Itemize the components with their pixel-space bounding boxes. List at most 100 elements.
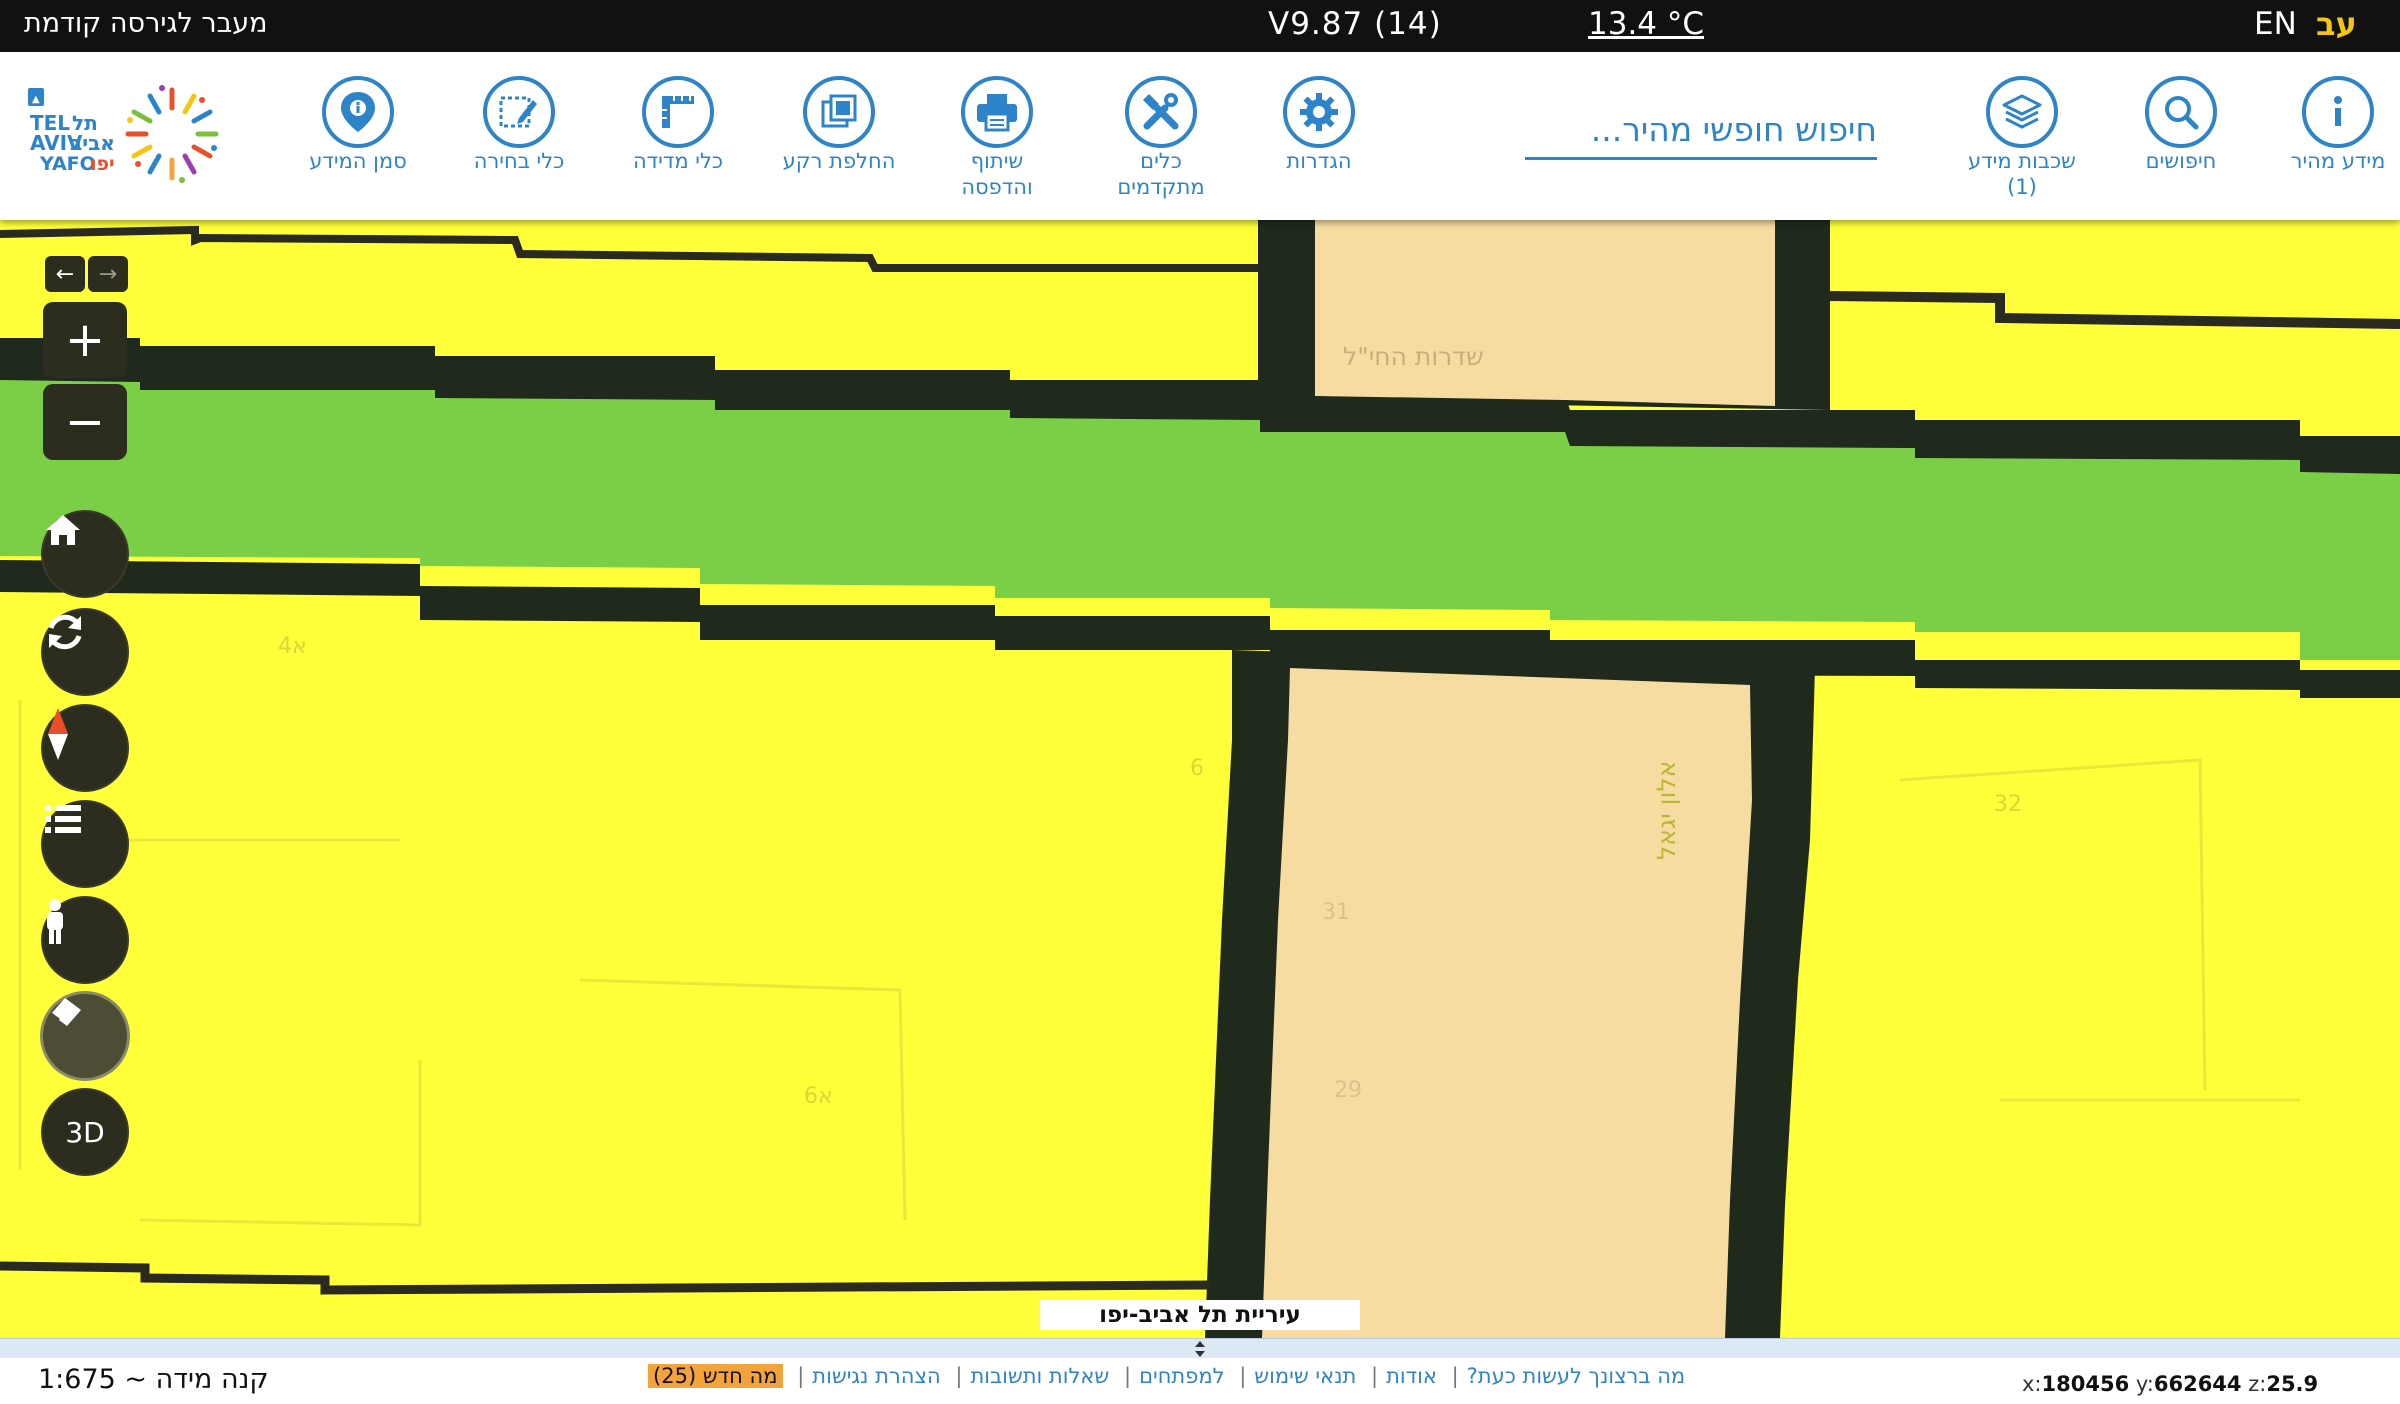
separator: | (1451, 1364, 1459, 1388)
mark-info-label: סמן המידע (309, 149, 407, 173)
layers-icon (1986, 76, 2058, 148)
language-hebrew-button[interactable]: עב (2316, 5, 2357, 43)
zoom-out-button[interactable]: − (43, 384, 127, 460)
temperature-link[interactable]: 13.4 °C (1588, 6, 1704, 42)
select-pen-icon (483, 76, 555, 148)
settings-tool[interactable]: הגדרות (1229, 76, 1409, 174)
searches-tool[interactable]: חיפושים (2091, 76, 2271, 174)
svg-text:▲: ▲ (32, 94, 40, 105)
svg-text:YAFO: YAFO (39, 153, 96, 175)
info-icon (2302, 76, 2374, 148)
parcel-label: 29 (1334, 1078, 1362, 1103)
parcel-label: 31 (1322, 900, 1350, 925)
separator: | (1123, 1364, 1132, 1388)
gis-app: { "topbar": { "previous_version": "מעבר … (0, 0, 2400, 1404)
street-label-hahil: שדרות החי"ל (1343, 342, 1484, 371)
3d-label: 3D (65, 1115, 105, 1149)
coord-y-value: 662644 (2153, 1372, 2242, 1396)
separator: | (955, 1364, 963, 1388)
advanced-tools[interactable]: כלים מתקדמים (1071, 76, 1251, 200)
bottom-panel-handle[interactable] (0, 1338, 2400, 1358)
home-button[interactable] (43, 512, 127, 596)
link-what-to-do[interactable]: מה ברצונך לעשות כעת? (1467, 1364, 1686, 1388)
compass-button[interactable] (43, 706, 127, 790)
svg-text:אביב: אביב (70, 131, 115, 155)
city-logo[interactable]: ▲ TEL AVIV YAFO תל אביב יפו (20, 78, 250, 188)
eraser-icon (50, 998, 81, 1026)
parcel-label: 6 (1190, 756, 1204, 781)
top-bar: מעבר לגירסה קודמת V9.87 (14) 13.4 °C EN … (0, 0, 2400, 52)
link-faq[interactable]: שאלות ותשובות (970, 1364, 1109, 1388)
coord-x-value: 180456 (2041, 1372, 2130, 1396)
city-logo-graphic: ▲ TEL AVIV YAFO תל אביב יפו (28, 85, 219, 183)
status-bar: קנה מידה ~ 1:675 מה ברצונך לעשות כעת? | א… (0, 1358, 2400, 1404)
pegman-icon (47, 899, 63, 944)
svg-text:יפו: יפו (90, 153, 115, 175)
arrow-right-icon: → (98, 261, 118, 287)
coord-y-label: y: (2135, 1372, 2154, 1396)
search-icon (2145, 76, 2217, 148)
ruler-icon (642, 76, 714, 148)
legend-list-button[interactable] (43, 802, 127, 886)
map-scale: קנה מידה ~ 1:675 (38, 1364, 269, 1395)
advanced-tools-label: כלים מתקדמים (1117, 149, 1205, 199)
map-pin-icon (322, 76, 394, 148)
plus-icon: + (64, 312, 106, 368)
quick-info-label: מידע מהיר (2290, 149, 2386, 173)
select-tool[interactable]: כלי בחירה (429, 76, 609, 174)
quick-search-input[interactable] (1525, 102, 1877, 156)
share-print-tool[interactable]: שיתוף והדפסה (907, 76, 1087, 200)
footer-links: מה ברצונך לעשות כעת? | אודות | תנאי שימוש |… (648, 1364, 1685, 1388)
3d-view-button[interactable]: 3D (43, 1090, 127, 1174)
zoom-in-button[interactable]: + (43, 302, 127, 378)
basemap-tool-label: החלפת רקע (782, 149, 896, 173)
eraser-button[interactable] (43, 994, 127, 1078)
separator: | (1239, 1364, 1247, 1388)
select-tool-label: כלי בחירה (473, 149, 565, 173)
searches-label: חיפושים (2145, 149, 2217, 173)
version-label: V9.87 (14) (1268, 6, 1442, 42)
link-about[interactable]: אודות (1386, 1364, 1437, 1388)
settings-label: הגדרות (1286, 149, 1352, 173)
parcel-label: 32 (1994, 792, 2022, 817)
quick-info-tool[interactable]: מידע מהיר (2248, 76, 2400, 174)
quick-search-box (1525, 102, 1877, 160)
previous-version-link[interactable]: מעבר לגירסה קודמת (24, 8, 268, 39)
measure-tool-label: כלי מדידה (632, 149, 724, 173)
link-whats-new[interactable]: מה חדש (25) (648, 1364, 783, 1388)
coord-z-label: z: (2248, 1372, 2267, 1396)
parcel-label: א4 (278, 634, 307, 659)
expand-toggle-icon (1195, 1341, 1205, 1357)
home-icon (46, 515, 80, 545)
coord-x-label: x: (2022, 1372, 2042, 1396)
separator: | (797, 1364, 805, 1388)
main-toolbar: ▲ TEL AVIV YAFO תל אביב יפו סמן המידע כל… (0, 52, 2400, 220)
coordinates-readout: x:180456 y:662644 z:25.9 (2022, 1372, 2318, 1396)
layers-tool[interactable]: שכבות מידע (1) (1932, 76, 2112, 200)
list-icon (45, 805, 81, 833)
link-developers[interactable]: למפתחים (1139, 1364, 1224, 1388)
printer-icon (961, 76, 1033, 148)
link-terms[interactable]: תנאי שימוש (1254, 1364, 1356, 1388)
arrow-left-icon: ← (55, 261, 75, 287)
street-view-button[interactable] (43, 898, 127, 982)
refresh-button[interactable] (43, 610, 127, 694)
language-english-button[interactable]: EN (2254, 6, 2297, 42)
parcel-label: א6 (804, 1084, 833, 1109)
coord-z-value: 25.9 (2266, 1372, 2319, 1396)
tools-wrench-icon (1125, 76, 1197, 148)
city-attribution-label: עיריית תל אביב-יפו (1040, 1300, 1360, 1330)
separator: | (1371, 1364, 1379, 1388)
history-forward-button[interactable]: → (88, 256, 128, 292)
measure-tool[interactable]: כלי מדידה (588, 76, 768, 174)
history-back-button[interactable]: ← (45, 256, 85, 292)
link-accessibility[interactable]: הצהרת נגישות (812, 1364, 940, 1388)
mark-info-tool[interactable]: סמן המידע (268, 76, 448, 174)
basemap-tool[interactable]: החלפת רקע (749, 76, 929, 174)
minus-icon: − (64, 394, 106, 450)
layers-label: שכבות מידע (1) (1968, 149, 2076, 199)
gear-icon (1283, 76, 1355, 148)
refresh-icon (48, 614, 82, 650)
map-canvas[interactable]: שדרות החי"ל אלון יגאל א4 6 31 29 א6 32 ←… (0, 220, 2400, 1338)
compass-icon (48, 708, 68, 760)
